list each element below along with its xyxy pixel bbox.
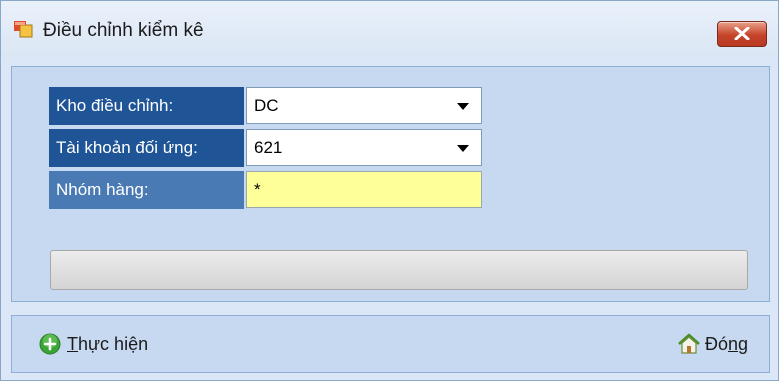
action-bar: Thực hiện Đóng xyxy=(11,315,770,373)
close-label: Đóng xyxy=(705,333,749,354)
tai-khoan-label: Tài khoản đối ứng: xyxy=(49,129,244,167)
progress-panel xyxy=(11,236,770,302)
close-button[interactable]: Đóng xyxy=(677,330,748,358)
dialog-window: Điều chỉnh kiểm kê Kho điều chỉnh: DC Tà… xyxy=(0,0,779,381)
form-panel: Kho điều chỉnh: DC Tài khoản đối ứng: 62… xyxy=(11,66,770,238)
green-plus-circle-icon xyxy=(39,333,61,355)
nhom-hang-input[interactable]: * xyxy=(246,171,482,208)
dropdown-arrow-icon[interactable] xyxy=(457,145,469,152)
progress-bar xyxy=(50,250,748,290)
close-x-icon xyxy=(734,27,750,40)
nhom-hang-label: Nhóm hàng: xyxy=(49,171,244,209)
kho-dropdown[interactable]: DC xyxy=(246,87,482,124)
window-title: Điều chỉnh kiểm kê xyxy=(43,20,204,41)
execute-label: Thực hiện xyxy=(67,333,149,354)
home-icon xyxy=(678,333,700,354)
kho-label: Kho điều chỉnh: xyxy=(49,87,244,125)
nhom-hang-value: * xyxy=(254,180,261,199)
close-window-button[interactable] xyxy=(717,21,767,47)
execute-button[interactable]: Thực hiện xyxy=(39,330,148,358)
dropdown-arrow-icon[interactable] xyxy=(457,103,469,110)
kho-value: DC xyxy=(254,96,279,115)
title-bar: Điều chỉnh kiểm kê xyxy=(1,1,778,57)
window-form-icon xyxy=(14,21,34,39)
tai-khoan-value: 621 xyxy=(254,138,283,157)
tai-khoan-dropdown[interactable]: 621 xyxy=(246,129,482,166)
